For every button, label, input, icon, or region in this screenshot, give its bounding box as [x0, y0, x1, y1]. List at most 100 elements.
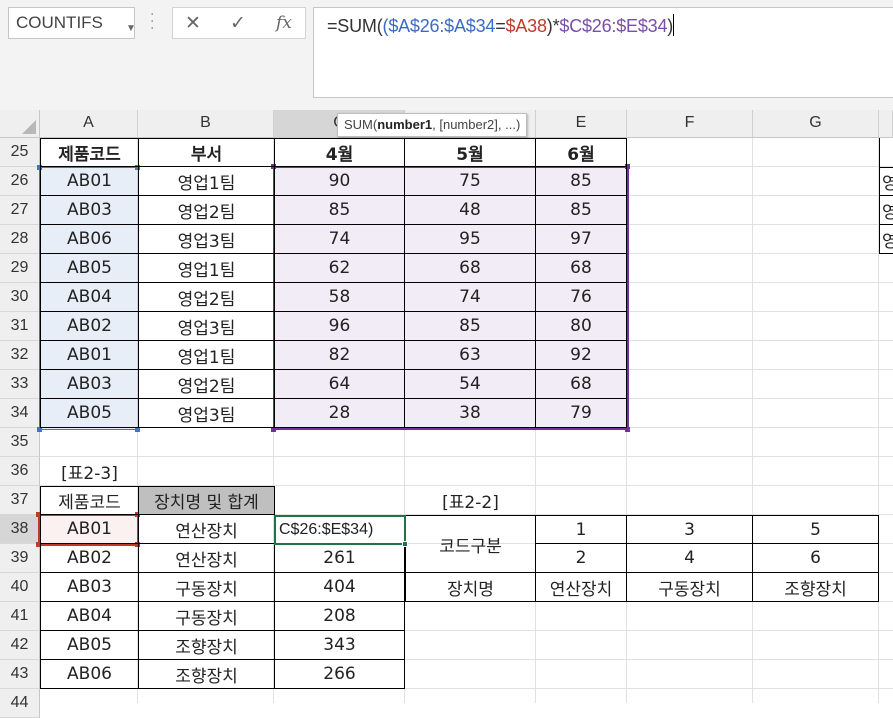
table3-device[interactable]: 연산장치: [139, 515, 275, 544]
table1-cell[interactable]: 80: [536, 312, 627, 341]
offscreen-cell[interactable]: 영: [879, 167, 893, 196]
table3-code[interactable]: AB04: [40, 602, 139, 631]
table2-code[interactable]: 2: [536, 544, 627, 573]
table1-cell[interactable]: 96: [275, 312, 405, 341]
row-header-39[interactable]: 39: [0, 544, 40, 573]
table1-cell[interactable]: 85: [536, 196, 627, 225]
row-header-42[interactable]: 42: [0, 631, 40, 660]
table3-total[interactable]: 266: [275, 660, 405, 689]
table3-device[interactable]: 조향장치: [139, 631, 275, 660]
table1-cell[interactable]: 68: [536, 370, 627, 399]
table2-code[interactable]: 3: [627, 515, 753, 544]
table1-cell[interactable]: 75: [405, 167, 536, 196]
select-all-corner[interactable]: [0, 110, 40, 138]
table1-cell[interactable]: AB03: [40, 370, 139, 399]
table3-device[interactable]: 구동장치: [139, 573, 275, 602]
table1-cell[interactable]: 영업3팀: [139, 399, 275, 428]
table3-title[interactable]: [표2-3]: [40, 457, 139, 486]
col-header-b[interactable]: B: [138, 110, 274, 138]
table1-cell[interactable]: 영업1팀: [139, 167, 275, 196]
table1-cell[interactable]: 85: [275, 196, 405, 225]
table1-header[interactable]: 제품코드: [40, 138, 139, 167]
table1-cell[interactable]: 74: [405, 283, 536, 312]
row-header-38[interactable]: 38: [0, 515, 40, 544]
table1-cell[interactable]: 82: [275, 341, 405, 370]
table1-cell[interactable]: 97: [536, 225, 627, 254]
formula-input[interactable]: =SUM(($A$26:$A$34=$A38)*$C$26:$E$34): [313, 7, 893, 98]
col-header-h[interactable]: [879, 110, 893, 138]
table1-cell[interactable]: 영업3팀: [139, 225, 275, 254]
table1-cell[interactable]: 79: [536, 399, 627, 428]
name-box[interactable]: COUNTIFS ▼: [8, 7, 136, 39]
col-header-a[interactable]: A: [40, 110, 138, 138]
table2-code[interactable]: 6: [753, 544, 879, 573]
table1-cell[interactable]: AB02: [40, 312, 139, 341]
row-header-44[interactable]: 44: [0, 689, 40, 718]
row-header-41[interactable]: 41: [0, 602, 40, 631]
table1-cell[interactable]: AB06: [40, 225, 139, 254]
table1-cell[interactable]: 58: [275, 283, 405, 312]
function-tooltip[interactable]: SUM(number1, [number2], ...): [337, 113, 528, 137]
table1-cell[interactable]: AB05: [40, 399, 139, 428]
table1-cell[interactable]: 85: [405, 312, 536, 341]
table1-cell[interactable]: 62: [275, 254, 405, 283]
col-header-e[interactable]: E: [536, 110, 627, 138]
col-header-f[interactable]: F: [627, 110, 753, 138]
offscreen-cell[interactable]: 영: [879, 196, 893, 225]
row-header-26[interactable]: 26: [0, 167, 40, 196]
table1-cell[interactable]: 63: [405, 341, 536, 370]
table1-header[interactable]: 4월: [275, 138, 405, 167]
active-cell-editor[interactable]: C$26:$E$34): [274, 515, 406, 545]
row-header-35[interactable]: 35: [0, 428, 40, 457]
table1-cell[interactable]: 영업3팀: [139, 312, 275, 341]
table1-cell[interactable]: 68: [536, 254, 627, 283]
table3-total[interactable]: 261: [275, 544, 405, 573]
table1-cell[interactable]: AB01: [40, 341, 139, 370]
table1-cell[interactable]: AB04: [40, 283, 139, 312]
table2-name-label[interactable]: 장치명: [405, 573, 536, 602]
table3-header[interactable]: 제품코드: [40, 486, 139, 515]
row-header-37[interactable]: 37: [0, 486, 40, 515]
table1-cell[interactable]: 92: [536, 341, 627, 370]
table1-cell[interactable]: 90: [275, 167, 405, 196]
table3-code[interactable]: AB01: [40, 515, 139, 544]
table1-cell[interactable]: 76: [536, 283, 627, 312]
row-header-33[interactable]: 33: [0, 370, 40, 399]
table3-device[interactable]: 구동장치: [139, 602, 275, 631]
table3-device[interactable]: 조향장치: [139, 660, 275, 689]
table3-code[interactable]: AB05: [40, 631, 139, 660]
table1-cell[interactable]: 64: [275, 370, 405, 399]
row-header-36[interactable]: 36: [0, 457, 40, 486]
table2-code[interactable]: 5: [753, 515, 879, 544]
drag-handle-icon[interactable]: · · ·: [150, 8, 156, 36]
row-header-30[interactable]: 30: [0, 283, 40, 312]
row-header-34[interactable]: 34: [0, 399, 40, 428]
row-header-27[interactable]: 27: [0, 196, 40, 225]
table1-cell[interactable]: 68: [405, 254, 536, 283]
table1-cell[interactable]: 74: [275, 225, 405, 254]
table3-total[interactable]: 404: [275, 573, 405, 602]
offscreen-cell[interactable]: 영: [879, 225, 893, 254]
row-header-32[interactable]: 32: [0, 341, 40, 370]
enter-icon[interactable]: ✓: [230, 12, 246, 34]
table2-code-label[interactable]: 코드구분: [405, 515, 536, 573]
table1-header[interactable]: 부서: [139, 138, 275, 167]
fill-handle[interactable]: [402, 541, 408, 547]
row-header-40[interactable]: 40: [0, 573, 40, 602]
row-header-29[interactable]: 29: [0, 254, 40, 283]
table1-header[interactable]: 6월: [536, 138, 627, 167]
table2-code[interactable]: 4: [627, 544, 753, 573]
table2-name[interactable]: 구동장치: [627, 573, 753, 602]
col-header-g[interactable]: G: [753, 110, 879, 138]
table2-code[interactable]: 1: [536, 515, 627, 544]
table1-cell[interactable]: AB01: [40, 167, 139, 196]
table3-total[interactable]: 343: [275, 631, 405, 660]
row-header-43[interactable]: 43: [0, 660, 40, 689]
table3-code[interactable]: AB03: [40, 573, 139, 602]
table1-cell[interactable]: AB03: [40, 196, 139, 225]
row-header-25[interactable]: 25: [0, 138, 40, 167]
table1-cell[interactable]: AB05: [40, 254, 139, 283]
cancel-icon[interactable]: ✕: [185, 12, 201, 34]
table3-code[interactable]: AB06: [40, 660, 139, 689]
table1-cell[interactable]: 95: [405, 225, 536, 254]
